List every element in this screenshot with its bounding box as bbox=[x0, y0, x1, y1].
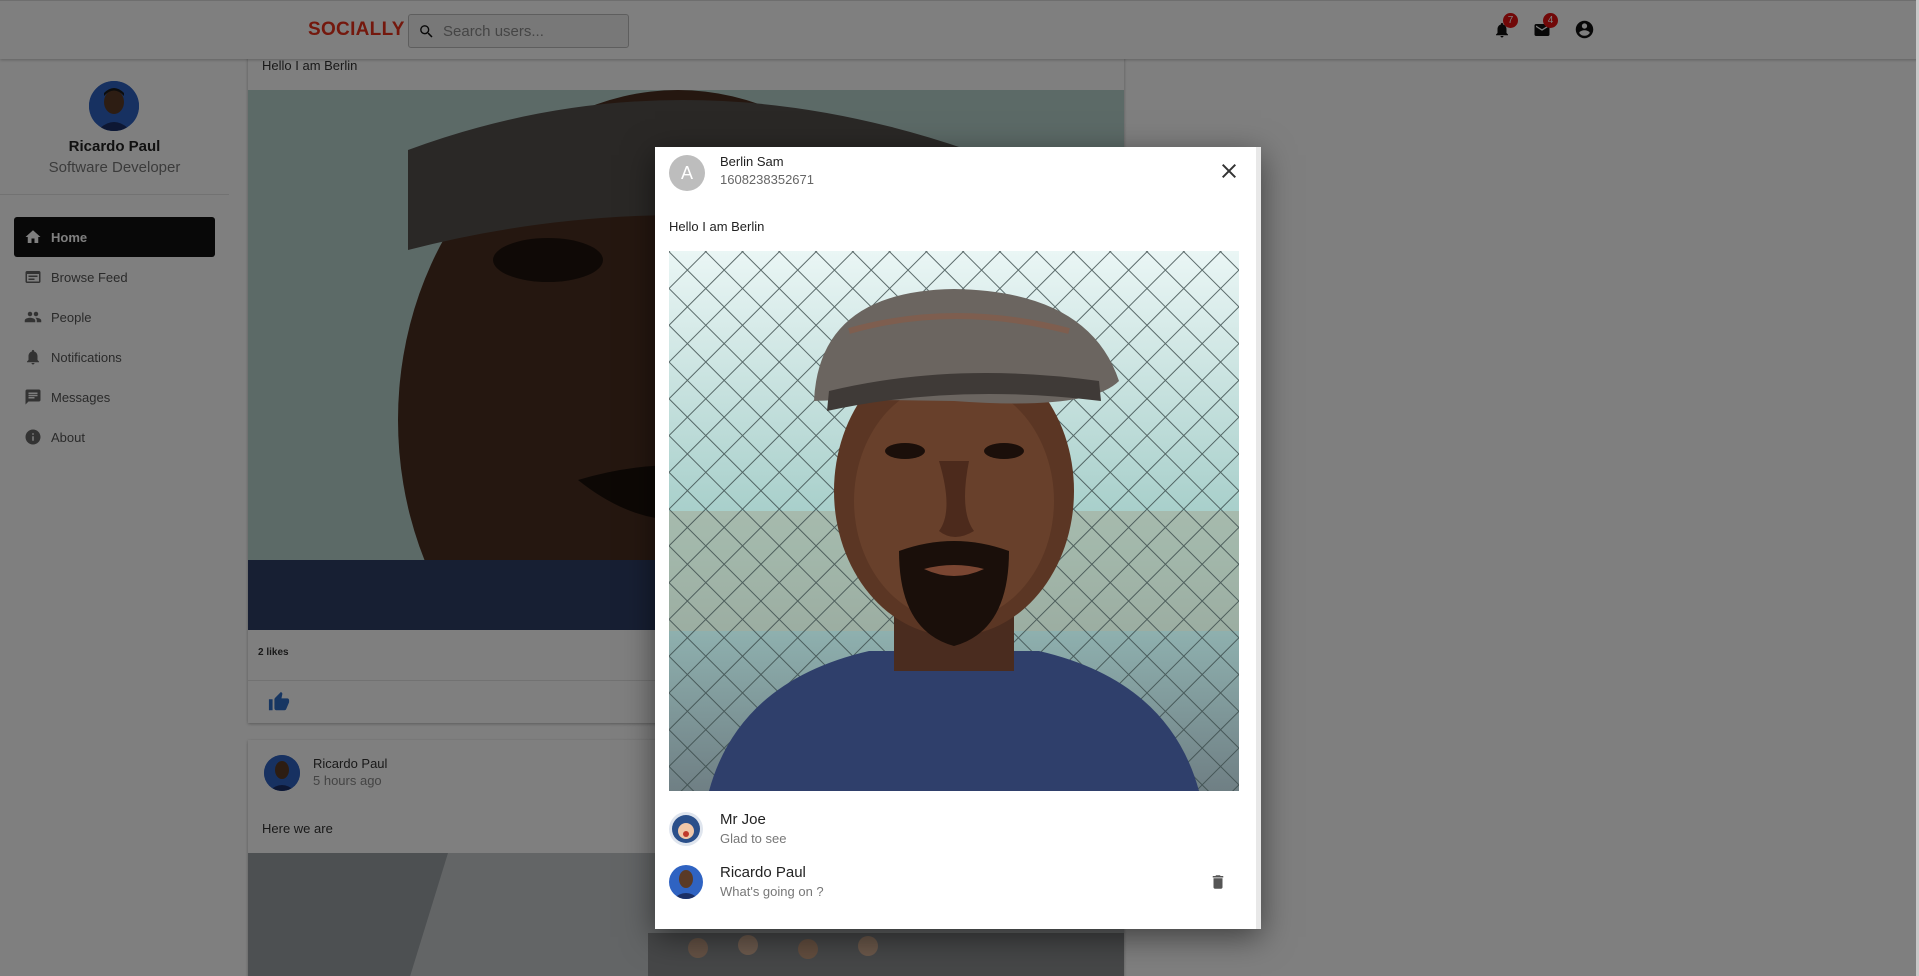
comment-item: Ricardo Paul What's going on ? bbox=[669, 863, 1239, 907]
author-avatar[interactable]: A bbox=[669, 155, 705, 191]
commenter-photo bbox=[669, 865, 703, 899]
comment-item: Mr Joe Glad to see bbox=[669, 810, 1239, 854]
comment-text: Glad to see bbox=[720, 831, 787, 846]
dialog-scrollbar[interactable] bbox=[1256, 147, 1261, 929]
post-timestamp: 1608238352671 bbox=[720, 172, 814, 187]
comment-author[interactable]: Ricardo Paul bbox=[720, 864, 806, 881]
author-name[interactable]: Berlin Sam bbox=[720, 154, 784, 169]
post-detail-dialog: A Berlin Sam 1608238352671 Hello I am Be… bbox=[655, 147, 1261, 929]
comment-text: What's going on ? bbox=[720, 884, 824, 899]
trash-icon bbox=[1212, 875, 1224, 889]
post-text: Hello I am Berlin bbox=[669, 219, 765, 234]
portrait-photo bbox=[669, 251, 1239, 791]
comment-author[interactable]: Mr Joe bbox=[720, 811, 766, 828]
delete-comment-button[interactable] bbox=[1209, 873, 1229, 893]
close-icon bbox=[1222, 164, 1236, 178]
comment-avatar[interactable] bbox=[669, 865, 703, 899]
commenter-photo bbox=[669, 812, 703, 846]
close-button[interactable] bbox=[1217, 159, 1241, 183]
comment-avatar[interactable] bbox=[669, 812, 703, 846]
post-photo[interactable] bbox=[669, 251, 1239, 791]
